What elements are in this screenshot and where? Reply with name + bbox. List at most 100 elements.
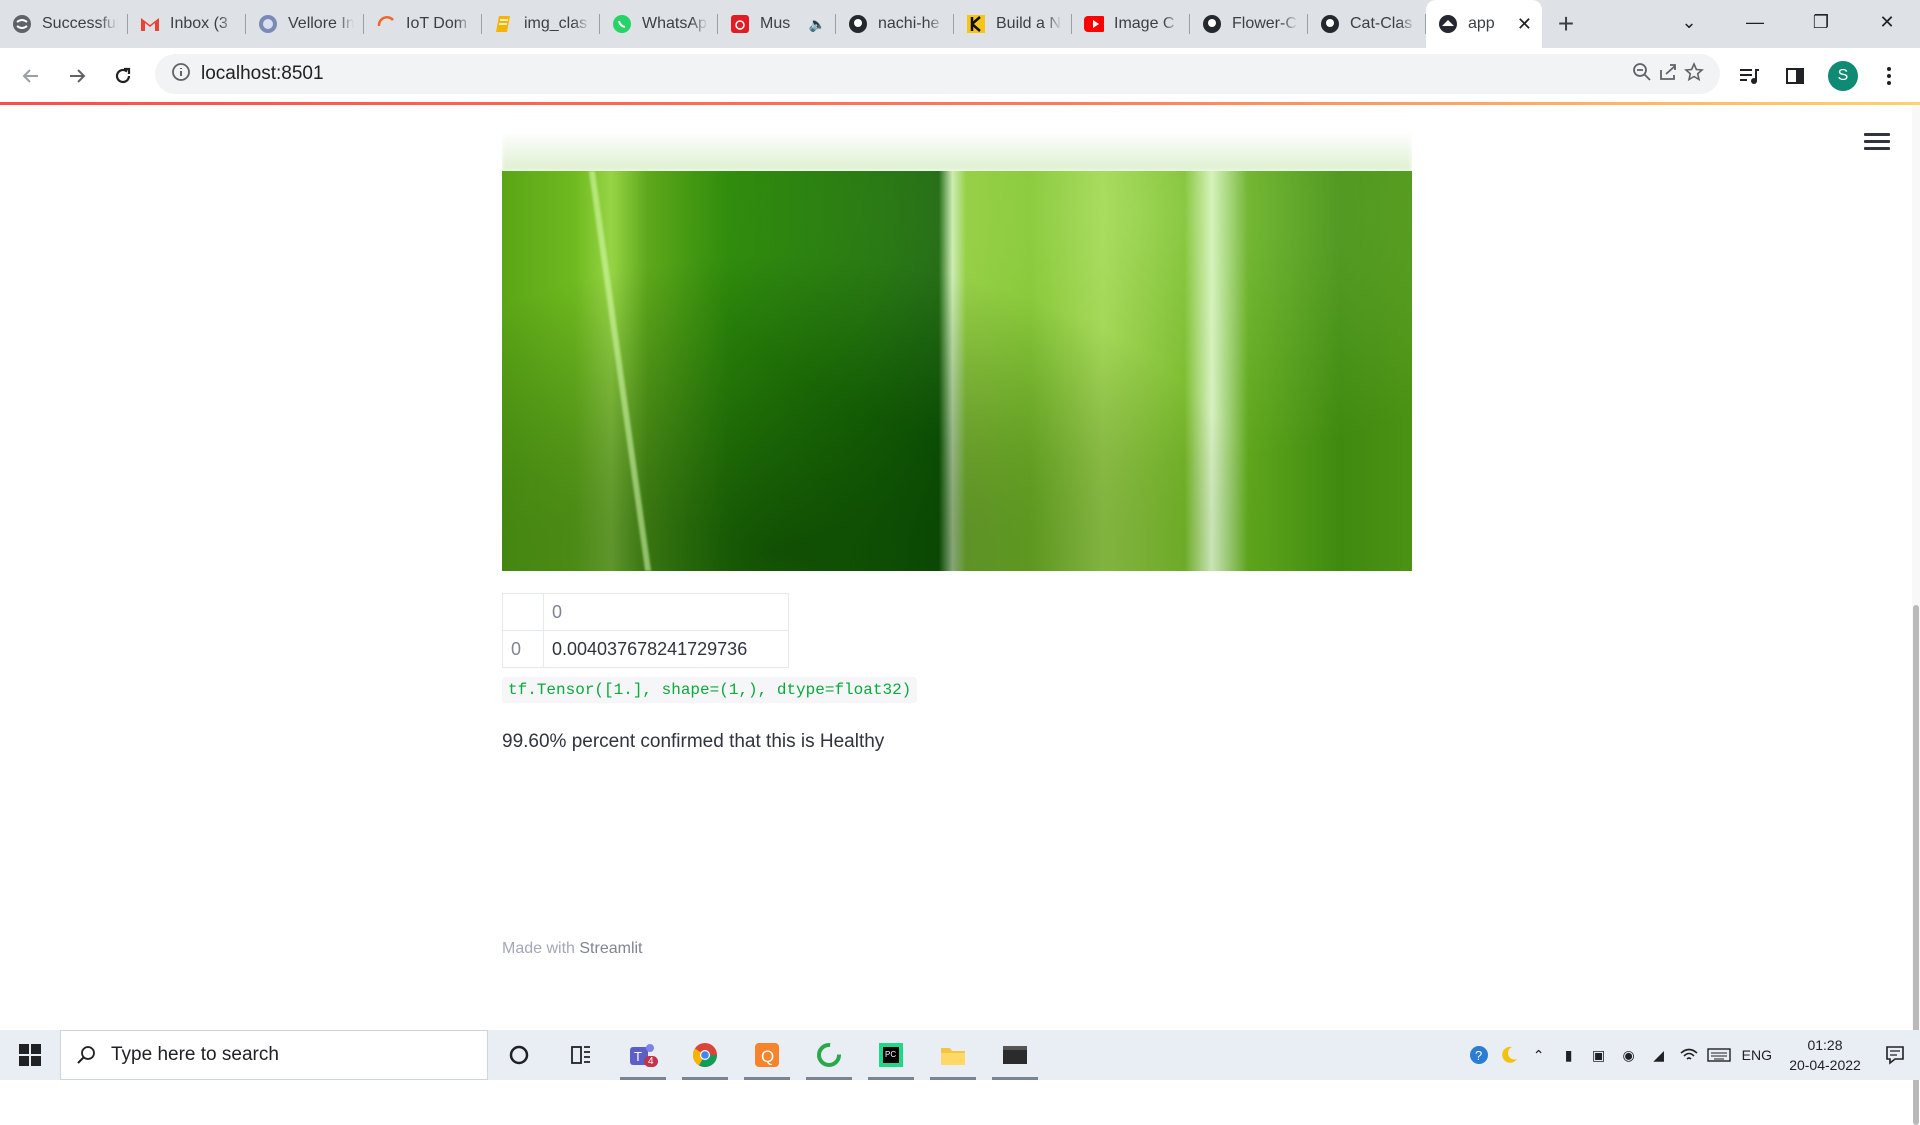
gmail-icon	[140, 14, 160, 34]
streamlit-link[interactable]: Streamlit	[579, 940, 642, 957]
chrome-app-icon[interactable]	[674, 1030, 736, 1080]
new-tab-button[interactable]: +	[1542, 0, 1590, 48]
media-control-icon[interactable]	[1726, 53, 1772, 99]
streamlit-icon	[1438, 14, 1458, 34]
github-icon	[1320, 14, 1340, 34]
youtube-icon	[1084, 14, 1104, 34]
reload-icon	[115, 67, 131, 84]
back-arrow-icon	[22, 69, 38, 83]
uploaded-leaf-image	[502, 105, 1412, 571]
pycharm-app-icon[interactable]: PC	[860, 1030, 922, 1080]
kebab-menu-icon	[1887, 67, 1891, 85]
share-icon[interactable]	[1658, 62, 1678, 87]
image-top-fade	[502, 105, 1412, 171]
leaf-image	[502, 171, 1412, 571]
clock[interactable]: 01:28 20-04-2022	[1780, 1035, 1870, 1075]
speaker-icon[interactable]: 🔈	[809, 16, 826, 33]
tab-search-icon[interactable]: ⌄	[1656, 0, 1722, 44]
forward-arrow-icon	[70, 69, 86, 83]
cell-value: 0.004037678241729736	[543, 630, 789, 668]
info-icon[interactable]	[171, 62, 191, 87]
keyboard-icon[interactable]	[1704, 1047, 1734, 1063]
browser-tab[interactable]: Mus 🔈	[718, 0, 836, 48]
svg-text:PC: PC	[885, 1050, 896, 1059]
browser-tab[interactable]: nachi-he	[836, 0, 954, 48]
minimize-button[interactable]: —	[1722, 0, 1788, 44]
forward-button[interactable]	[54, 53, 100, 99]
sync-app-icon[interactable]	[798, 1030, 860, 1080]
row-index: 0	[502, 630, 544, 668]
battery-icon[interactable]: ▮	[1554, 1047, 1584, 1064]
browser-tab-active[interactable]: app ✕	[1426, 0, 1542, 48]
music-icon	[730, 14, 750, 34]
svg-text:?: ?	[1475, 1048, 1482, 1063]
tab-favicon-icon	[12, 14, 32, 34]
browser-tab[interactable]: Cat-Clas	[1308, 0, 1426, 48]
language-indicator[interactable]: ENG	[1742, 1047, 1772, 1063]
github-icon	[1202, 14, 1222, 34]
taskbar-search[interactable]: Type here to search	[60, 1030, 488, 1080]
qbittorrent-app-icon[interactable]: Q	[736, 1030, 798, 1080]
teams-app-icon[interactable]: T 4	[612, 1030, 674, 1080]
browser-tab[interactable]: Successfully	[0, 0, 128, 48]
app-menu-icon[interactable]	[1864, 129, 1890, 154]
restore-button[interactable]: ❐	[1788, 0, 1854, 44]
table-header-row: 0	[502, 593, 789, 631]
university-icon	[258, 14, 278, 34]
windows-taskbar: Type here to search T 4 Q PC ? ⌃ ▮ ▣ ◉ ◢	[0, 1030, 1920, 1080]
close-window-button[interactable]: ✕	[1854, 0, 1920, 44]
browser-tab[interactable]: Inbox (3	[128, 0, 246, 48]
streamlit-app: 0 0 0.004037678241729736 tf.Tensor([1.],…	[0, 105, 1920, 1030]
wifi-icon[interactable]	[1674, 1047, 1704, 1063]
bookmark-star-icon[interactable]	[1684, 61, 1704, 87]
camera-icon[interactable]: ◉	[1614, 1047, 1644, 1064]
browser-tab[interactable]: WhatsAp	[600, 0, 718, 48]
profile-avatar[interactable]: S	[1820, 53, 1866, 99]
github-icon	[848, 14, 868, 34]
notebook-icon	[494, 14, 514, 34]
prediction-dataframe: 0 0 0.004037678241729736	[502, 593, 789, 668]
footer: Made with Streamlit	[502, 940, 643, 958]
system-tray: ? ⌃ ▮ ▣ ◉ ◢ ENG 01:28 20-04-2022	[1464, 1030, 1920, 1080]
notification-icon[interactable]	[1870, 1045, 1920, 1065]
display-icon[interactable]: ▣	[1584, 1047, 1614, 1064]
page-scrollbar[interactable]	[1912, 105, 1920, 1125]
terminal-app-icon[interactable]	[984, 1030, 1046, 1080]
browser-tab[interactable]: img_clas	[482, 0, 600, 48]
network-icon[interactable]: ◢	[1644, 1047, 1674, 1064]
clock-time: 01:28	[1807, 1037, 1843, 1053]
column-header: 0	[543, 593, 789, 631]
cortana-icon[interactable]	[488, 1030, 550, 1080]
tab-strip: Successfully Inbox (3 Vellore In IoT Dom…	[0, 0, 1920, 48]
index-header	[502, 593, 544, 631]
browser-tab[interactable]: Build a N	[954, 0, 1072, 48]
browser-menu-button[interactable]	[1866, 53, 1912, 99]
browser-tab[interactable]: Flower-C	[1190, 0, 1308, 48]
reload-button[interactable]	[100, 53, 146, 99]
file-explorer-app-icon[interactable]	[922, 1030, 984, 1080]
footer-prefix: Made with	[502, 940, 575, 957]
chevron-up-icon[interactable]: ⌃	[1524, 1047, 1554, 1064]
teams-badge: 4	[644, 1056, 658, 1067]
loading-icon	[376, 14, 396, 34]
help-icon[interactable]: ?	[1464, 1044, 1494, 1066]
back-button[interactable]	[8, 53, 54, 99]
zoom-icon[interactable]	[1632, 62, 1652, 87]
url-text[interactable]: localhost:8501	[201, 63, 324, 85]
prediction-result: 99.60% percent confirmed that this is He…	[502, 731, 885, 752]
start-button[interactable]	[0, 1030, 60, 1080]
tensor-output: tf.Tensor([1.], shape=(1,), dtype=float3…	[502, 677, 918, 703]
search-icon	[61, 1045, 111, 1065]
task-view-icon[interactable]	[550, 1030, 612, 1080]
address-bar[interactable]: localhost:8501	[155, 54, 1720, 94]
browser-tab[interactable]: Image C	[1072, 0, 1190, 48]
browser-tab[interactable]: IoT Dom	[364, 0, 482, 48]
side-panel-icon[interactable]	[1772, 53, 1818, 99]
browser-tab[interactable]: Vellore In	[246, 0, 364, 48]
whatsapp-icon	[612, 14, 632, 34]
avatar: S	[1828, 61, 1858, 91]
weather-moon-icon[interactable]	[1494, 1044, 1524, 1066]
close-tab-icon[interactable]: ✕	[1517, 14, 1532, 35]
table-row: 0 0.004037678241729736	[502, 630, 789, 668]
svg-text:T: T	[634, 1049, 642, 1064]
